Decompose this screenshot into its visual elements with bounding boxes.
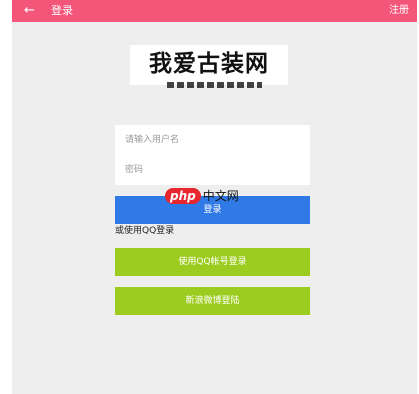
arrow-left-icon[interactable]: ← [24, 3, 35, 19]
page-title: 登录 [51, 4, 73, 17]
top-bar: ← 登录 注册 [12, 0, 417, 22]
site-logo: 我爱古装网 [130, 45, 288, 85]
weibo-login-button[interactable]: 新浪微博登陆 [115, 287, 310, 315]
watermark-badge: php [165, 187, 201, 204]
qq-login-button[interactable]: 使用QQ帐号登录 [115, 248, 310, 276]
logo-underline-decoration [167, 82, 262, 88]
login-form [115, 125, 310, 185]
qq-login-label: 或使用QQ登录 [115, 226, 175, 236]
php-watermark: php 中文网 [165, 186, 239, 204]
logo-text: 我爱古装网 [149, 51, 269, 77]
username-input[interactable] [115, 125, 310, 155]
app-frame: ← 登录 注册 我爱古装网 登录 php中文网 或使用QQ登录 使用QQ帐号登录… [12, 0, 417, 394]
watermark-text: 中文网 [202, 188, 239, 203]
password-input[interactable] [115, 155, 310, 185]
register-link[interactable]: 注册 [389, 4, 409, 18]
